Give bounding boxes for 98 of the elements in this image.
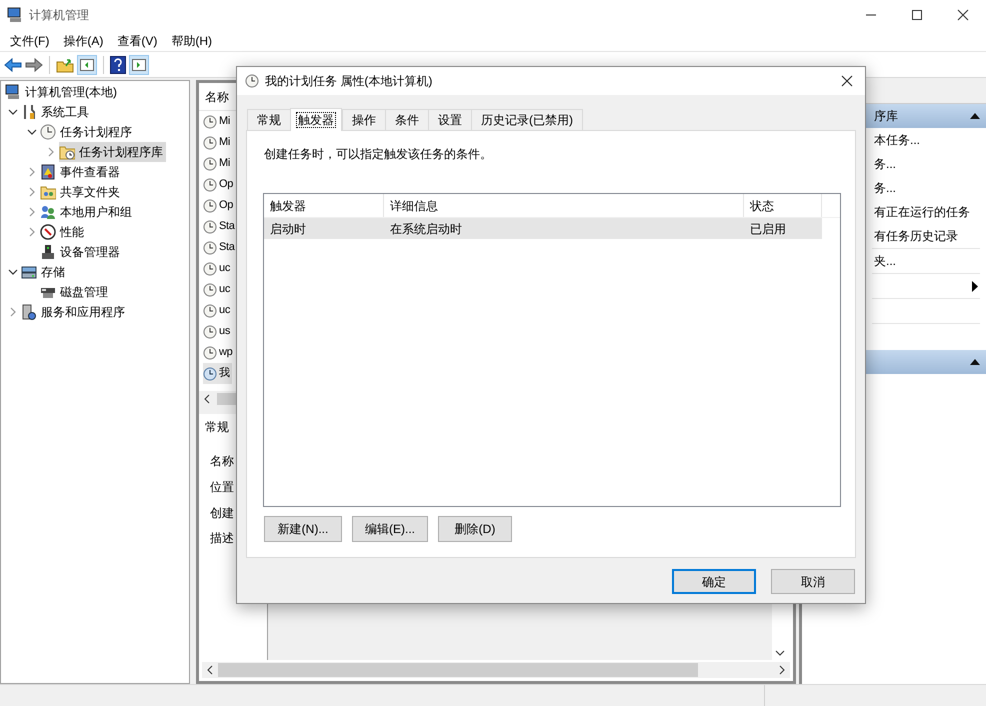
table-cell-text: 在系统启动时 (389, 220, 463, 238)
scrollbar-thumb[interactable] (218, 663, 698, 677)
action-pane-icon[interactable] (129, 54, 149, 74)
task-row[interactable]: us (203, 321, 232, 342)
task-row[interactable]: 我 (203, 363, 232, 384)
tree-item[interactable]: 磁盘管理 (40, 282, 111, 302)
action-link[interactable]: 务... (874, 155, 896, 173)
gauge-icon (40, 224, 56, 240)
clock-icon (203, 366, 217, 380)
table-row[interactable]: 启动时 在系统启动时 已启用 (264, 218, 822, 239)
task-row[interactable]: uc (203, 258, 232, 279)
action-link[interactable]: 有正在运行的任务 (874, 203, 970, 221)
menu-item[interactable]: 查看(V) (110, 32, 164, 50)
tree-item[interactable]: 系统工具 (21, 102, 92, 122)
task-row[interactable]: uc (203, 300, 232, 321)
clock-icon (40, 124, 56, 140)
forward-arrow-icon[interactable] (25, 56, 43, 72)
clock-icon (203, 346, 217, 360)
menu-item[interactable]: 操作(A) (56, 32, 110, 50)
task-row[interactable]: wp (203, 342, 234, 363)
tab[interactable]: 历史记录(已禁用) (471, 109, 583, 130)
horizontal-scrollbar[interactable] (202, 662, 790, 678)
tree-item[interactable]: 本地用户和组 (40, 202, 135, 222)
tab[interactable]: 操作 (342, 109, 386, 130)
action-link[interactable]: 有任务历史记录 (874, 227, 958, 245)
event-log-icon (40, 164, 56, 180)
tree-item[interactable]: 存储 (21, 262, 68, 282)
task-row[interactable]: uc (203, 279, 232, 300)
table-cell-text: 启动时 (269, 220, 307, 238)
submenu-arrow-icon[interactable] (972, 280, 978, 292)
folder-clock-icon (59, 144, 75, 160)
menu-item[interactable]: 文件(F) (3, 32, 56, 50)
task-row[interactable]: Op (203, 195, 236, 216)
tree-item[interactable]: 计算机管理(本地) (5, 82, 120, 102)
task-row[interactable]: Sta (203, 216, 237, 237)
task-row[interactable]: Mi (203, 111, 232, 132)
dialog-button[interactable]: 取消 (771, 569, 855, 594)
tree-item[interactable]: 事件查看器 (40, 162, 123, 182)
column-header[interactable]: 触发器 (264, 194, 384, 217)
window-title: 计算机管理 (29, 7, 89, 24)
users-icon (40, 204, 56, 220)
task-row[interactable]: Op (203, 174, 236, 195)
column-header[interactable]: 状态 (744, 194, 822, 217)
tree-item[interactable]: 任务计划程序库 (59, 142, 166, 162)
task-row[interactable]: Mi (203, 132, 232, 153)
tree-item[interactable]: 任务计划程序 (40, 122, 135, 142)
task-row[interactable]: Mi (203, 153, 232, 174)
shared-folder-icon (40, 184, 56, 200)
dialog-button[interactable]: 确定 (672, 569, 756, 594)
clock-icon (245, 74, 259, 88)
clock-icon (203, 178, 217, 192)
clock-icon (203, 324, 217, 338)
tab[interactable]: 触发器 (290, 108, 342, 131)
tree-item[interactable]: 设备管理器 (40, 242, 123, 262)
description-text: 创建任务时，可以指定触发该任务的条件。 (264, 146, 493, 163)
clock-icon (203, 156, 217, 170)
tree-item[interactable]: 服务和应用程序 (21, 302, 128, 322)
clock-icon (203, 136, 217, 150)
field-label: 创建 (210, 504, 234, 522)
storage-icon (21, 264, 37, 280)
tools-icon (21, 104, 37, 120)
task-row[interactable]: Sta (203, 237, 237, 258)
field-label: 名称 (210, 452, 234, 470)
column-header[interactable]: 详细信息 (384, 194, 744, 217)
folder-up-icon[interactable] (56, 56, 74, 72)
collapse-caret-icon[interactable] (970, 359, 980, 365)
field-label: 描述 (210, 530, 234, 546)
field-label: 位置 (210, 479, 234, 496)
section-title: 序库 (874, 108, 898, 125)
action-link[interactable]: 夹... (874, 252, 896, 270)
computer-icon (5, 84, 21, 100)
clock-icon (203, 282, 217, 296)
clock-icon (203, 114, 217, 128)
dialog-title: 我的计划任务 属性(本地计算机) (265, 73, 432, 90)
column-header[interactable]: 名称 (205, 88, 229, 106)
action-link[interactable]: 务... (874, 179, 896, 197)
collapse-caret-icon[interactable] (970, 113, 980, 119)
clock-icon (203, 304, 217, 318)
clock-icon (203, 262, 217, 276)
dialog-button[interactable]: 编辑(E)... (352, 516, 428, 542)
pane-tab[interactable]: 常规 (205, 418, 229, 436)
tab[interactable]: 常规 (247, 109, 291, 130)
computer-icon (7, 7, 23, 23)
pane-toggle-icon[interactable] (77, 54, 97, 74)
back-arrow-icon[interactable] (4, 56, 22, 72)
action-link[interactable]: 本任务... (874, 131, 920, 149)
clock-icon (203, 240, 217, 254)
server-icon (21, 304, 37, 320)
clock-icon (203, 220, 217, 234)
tree-item[interactable]: 性能 (40, 222, 87, 242)
clock-icon (203, 198, 217, 212)
help-icon[interactable] (110, 56, 126, 74)
table-cell-text: 已启用 (749, 220, 787, 238)
dialog-button[interactable]: 删除(D) (438, 516, 512, 542)
dialog-button[interactable]: 新建(N)... (264, 516, 342, 542)
menu-item[interactable]: 帮助(H) (164, 32, 219, 50)
tree-item[interactable]: 共享文件夹 (40, 182, 123, 202)
device-icon (40, 244, 56, 260)
